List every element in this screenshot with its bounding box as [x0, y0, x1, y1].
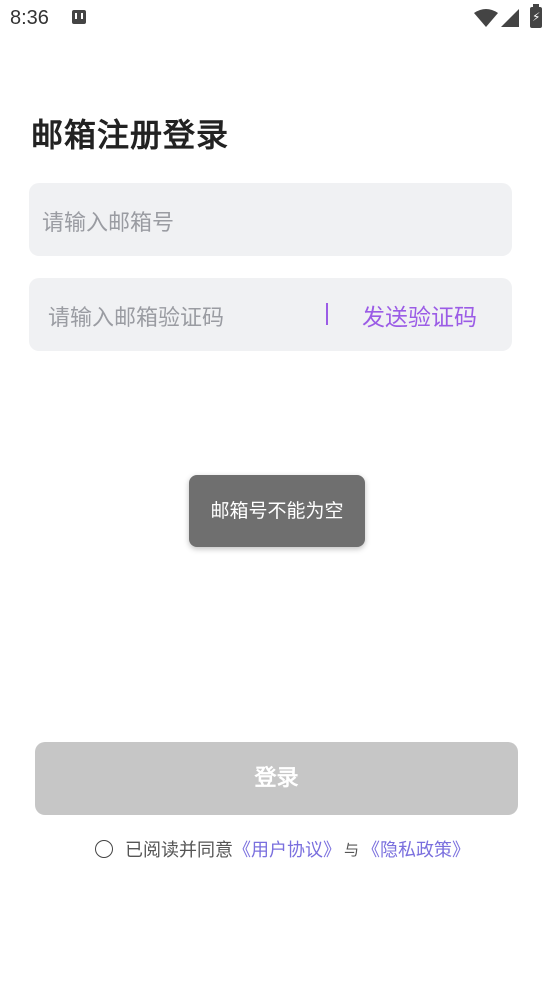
email-placeholder: 请输入邮箱号	[42, 211, 175, 236]
privacy-policy-link[interactable]: 《隐私政策》	[362, 836, 470, 862]
login-button[interactable]: 登录	[35, 742, 518, 815]
toast-message: 邮箱号不能为空	[189, 475, 365, 547]
send-code-button[interactable]: 发送验证码	[362, 298, 477, 332]
battery-icon: ⚡	[530, 4, 542, 28]
agreement-row: 已阅读并同意 《用户协议》 与 《隐私政策》	[95, 835, 470, 863]
page-title: 邮箱注册登录	[31, 116, 230, 154]
wifi-icon	[474, 9, 498, 27]
code-placeholder: 请输入邮箱验证码	[48, 306, 225, 331]
agree-radio[interactable]	[95, 840, 113, 858]
notification-icon	[72, 10, 86, 24]
agreement-and: 与	[344, 840, 360, 859]
divider	[326, 303, 328, 325]
email-input[interactable]: 请输入邮箱号	[29, 183, 512, 256]
user-agreement-link[interactable]: 《用户协议》	[233, 836, 341, 862]
signal-icon	[501, 9, 519, 27]
status-time: 8:36	[10, 7, 49, 29]
status-bar: 8:36 ⚡	[0, 0, 554, 38]
verification-code-input[interactable]: 请输入邮箱验证码 发送验证码	[29, 278, 512, 351]
agreement-prefix: 已阅读并同意	[125, 840, 233, 861]
